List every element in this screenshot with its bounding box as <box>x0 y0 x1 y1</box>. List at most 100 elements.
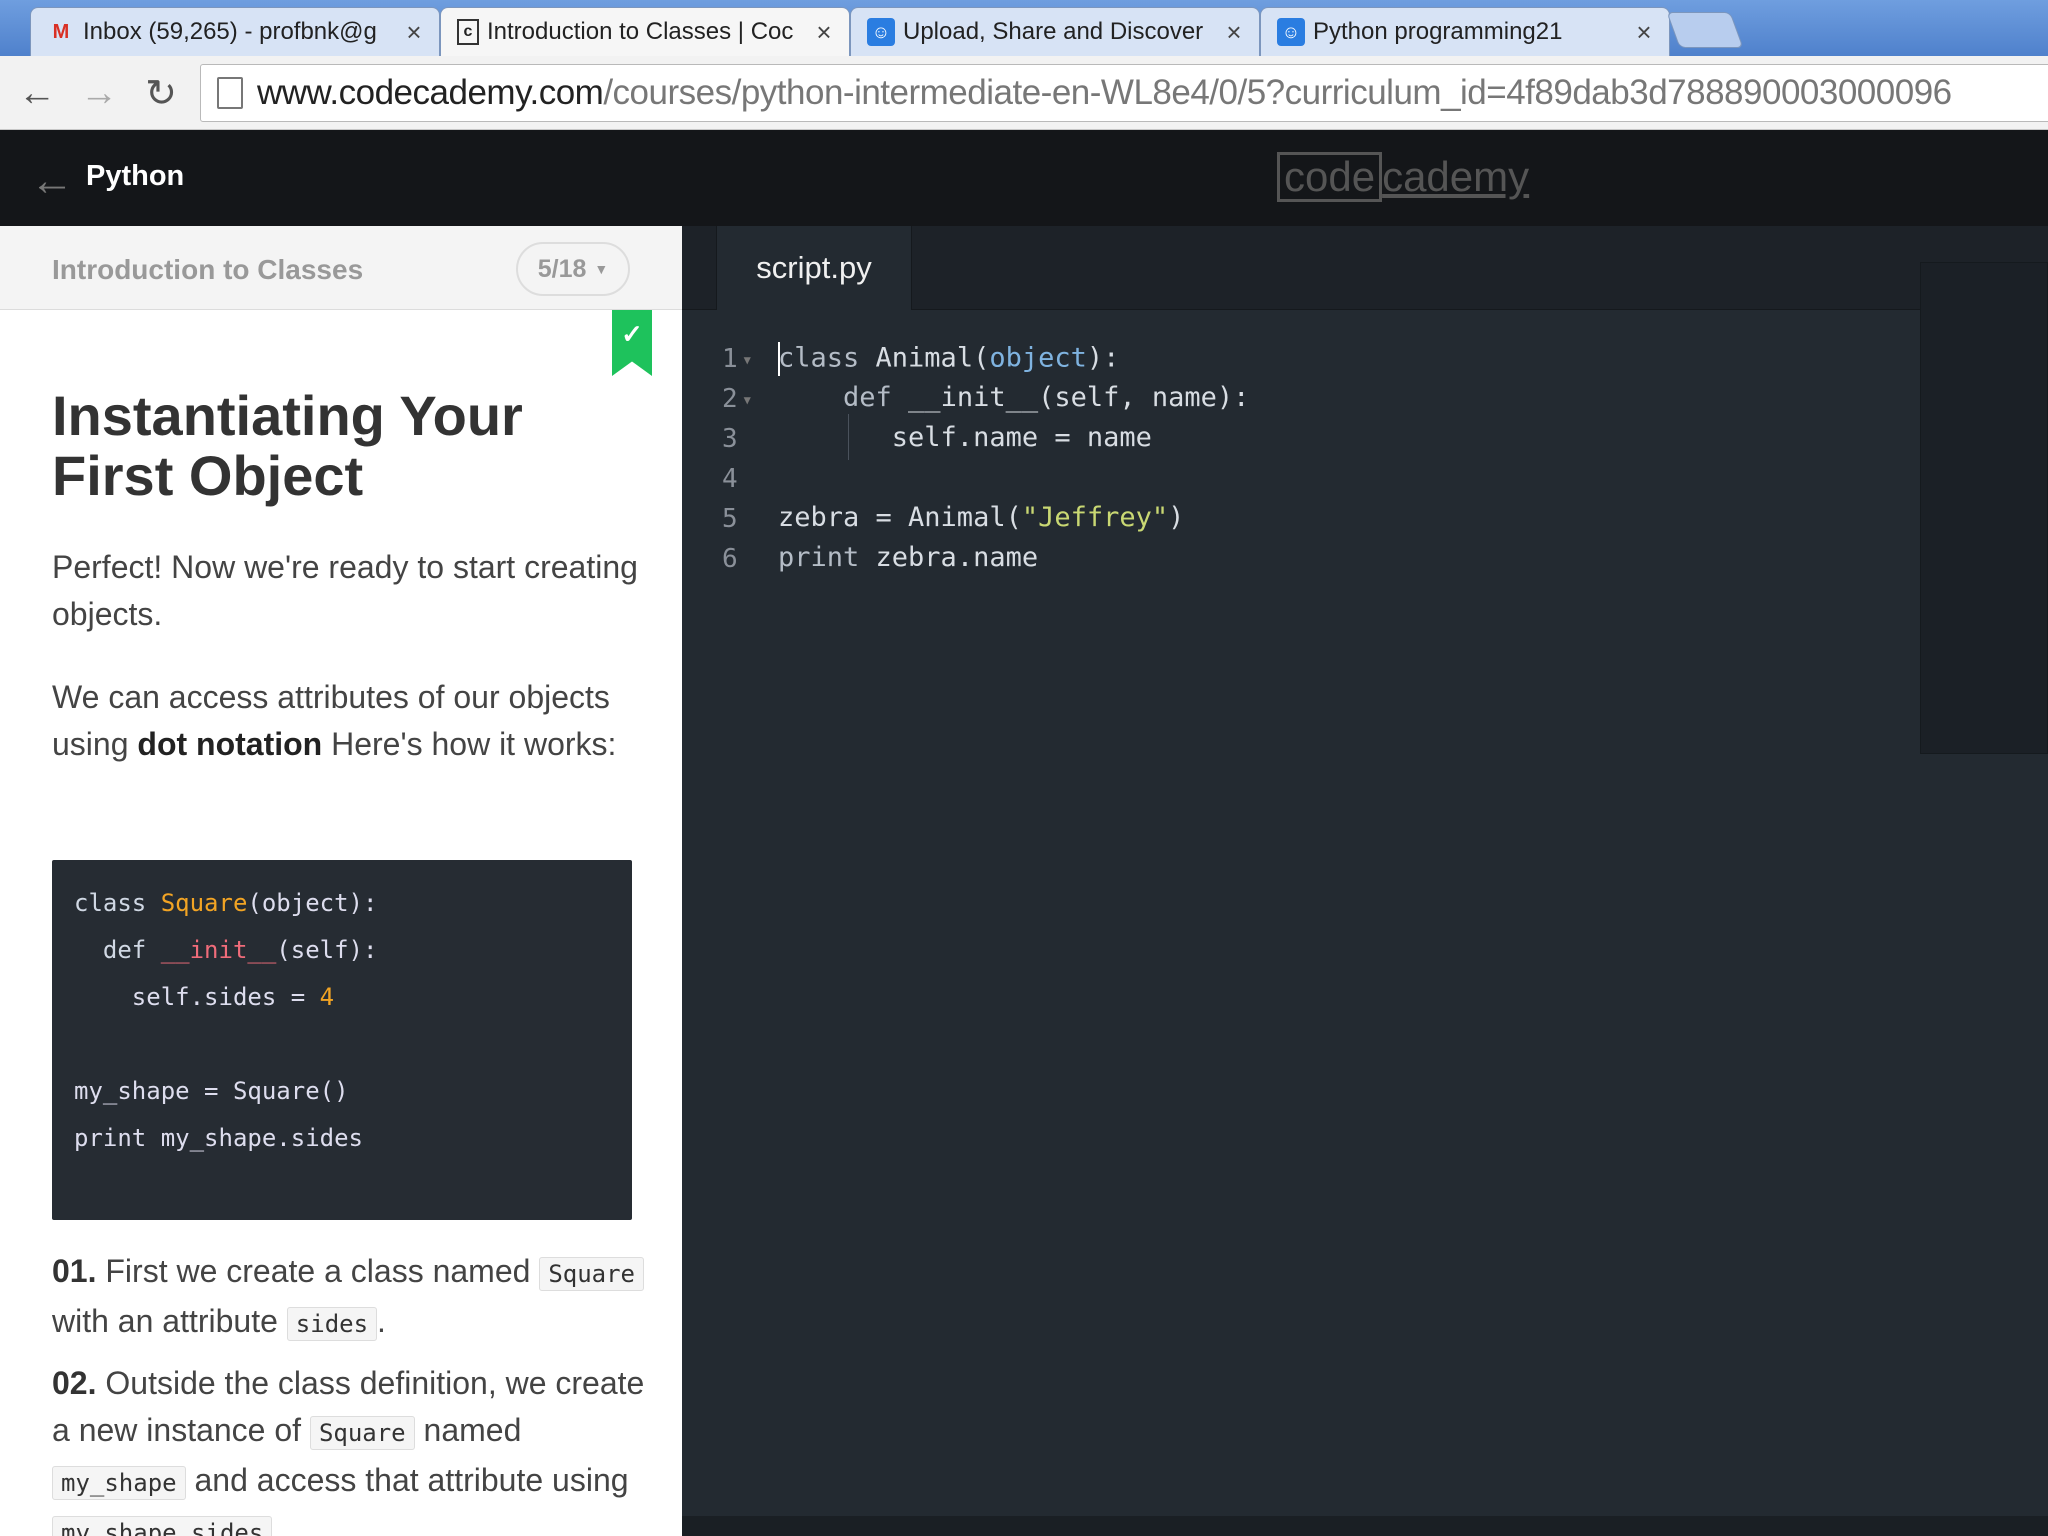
code-line[interactable]: self.name = name <box>778 422 1152 453</box>
close-tab-icon[interactable]: × <box>811 17 837 48</box>
code-token: __init__ <box>160 936 277 964</box>
site-header: ← Python code cademy <box>0 130 2048 226</box>
browser-tab-bar: M Inbox (59,265) - profbnk@g × c Introdu… <box>0 0 2048 56</box>
code-token: print <box>778 542 860 573</box>
code-token: object <box>989 342 1087 374</box>
browser-tab-gmail[interactable]: M Inbox (59,265) - profbnk@g × <box>30 7 440 56</box>
text: First we create a class named <box>96 1253 540 1289</box>
tab-title: Inbox (59,265) - profbnk@g <box>83 18 377 45</box>
dot-notation-paragraph: We can access attributes of our objects … <box>52 674 652 768</box>
inline-code: sides <box>286 1307 378 1341</box>
step-1: 01. First we create a class named Square… <box>52 1248 652 1348</box>
text: named <box>414 1412 522 1448</box>
code-token: zebra = Animal( <box>778 502 1022 533</box>
text: and access that attribute using <box>185 1462 629 1498</box>
close-tab-icon[interactable]: × <box>401 17 427 48</box>
text: . <box>377 1303 386 1339</box>
checkmark-bookmark-icon: ✓ <box>612 310 652 376</box>
indent-guide <box>848 414 849 460</box>
unit-title: Introduction to Classes <box>52 254 364 285</box>
editor-side-panel <box>1920 262 2048 754</box>
code-token: __init__(self, name): <box>891 382 1250 413</box>
code-token: my_shape = Square() <box>74 1077 349 1105</box>
course-name[interactable]: Python <box>86 160 184 193</box>
line-number: 4 <box>722 464 738 494</box>
close-tab-icon[interactable]: × <box>1631 17 1657 48</box>
line-number: 2 ▼ <box>722 384 782 414</box>
tab-title: Introduction to Classes | Coc <box>487 18 794 45</box>
address-bar[interactable]: www.codecademy.com /courses/python-inter… <box>200 64 2048 122</box>
line-number: 6 <box>722 544 738 574</box>
code-token: 4 <box>319 983 335 1011</box>
inline-code: my_shape.sides <box>52 1516 273 1536</box>
step-number: 01. <box>52 1253 97 1289</box>
code-token: def <box>74 936 161 964</box>
tab-title: Upload, Share and Discover <box>903 18 1204 45</box>
code-token: Animal( <box>859 342 990 374</box>
tab-title: Python programming21 <box>1313 18 1563 45</box>
codecademy-logo[interactable]: code cademy <box>1277 152 1529 202</box>
progress-dropdown[interactable]: 5/18 ▼ <box>516 242 630 296</box>
lesson-heading: Instantiating Your First Object <box>52 384 523 507</box>
url-path: /courses/python-intermediate-en-WL8e4/0/… <box>603 73 1952 112</box>
browser-toolbar: ← → ↻ www.codecademy.com /courses/python… <box>0 56 2048 130</box>
logo-code: code <box>1277 152 1383 202</box>
page-icon <box>217 77 243 109</box>
inline-code: my_shape <box>52 1466 186 1500</box>
code-token: print my_shape.sides <box>74 1124 363 1152</box>
text: with an attribute <box>52 1303 287 1339</box>
code-token: self.sides = <box>74 983 320 1011</box>
lesson-header: Introduction to Classes 5/18 ▼ <box>0 226 682 310</box>
lesson-panel: Introduction to Classes 5/18 ▼ ✓ Instant… <box>0 226 682 1536</box>
fold-arrow-icon[interactable]: ▼ <box>744 353 751 367</box>
code-line[interactable]: print zebra.name <box>778 542 1038 573</box>
code-token: def <box>778 382 892 413</box>
line-number: 5 <box>722 504 738 534</box>
step-number: 02. <box>52 1365 97 1401</box>
forward-icon[interactable]: → <box>76 70 122 116</box>
text: Here's how it works: <box>322 726 617 762</box>
code-token: ): <box>1086 342 1120 374</box>
line-number: 1 ▼ <box>722 344 782 374</box>
code-editor[interactable]: script.py 1 ▼ 2 ▼ 3 4 5 6 class Animal(obj… <box>682 226 2048 1536</box>
line-number-text: 1 <box>722 344 738 374</box>
file-tab-script[interactable]: script.py <box>716 226 912 310</box>
step-2: 02. Outside the class definition, we cre… <box>52 1360 652 1536</box>
code-token: class <box>74 889 161 917</box>
reload-icon[interactable]: ↻ <box>138 70 184 116</box>
browser-tab-codecademy[interactable]: c Introduction to Classes | Coc × <box>440 7 850 56</box>
code-line[interactable]: class Animal(object): <box>778 342 1119 376</box>
close-tab-icon[interactable]: × <box>1221 17 1247 48</box>
url-host: www.codecademy.com <box>257 73 604 112</box>
text: . <box>272 1512 282 1536</box>
code-token: Square <box>160 889 248 917</box>
code-line[interactable]: def __init__(self, name): <box>778 382 1249 413</box>
code-token: ) <box>1168 502 1185 533</box>
code-line[interactable]: zebra = Animal("Jeffrey") <box>778 502 1184 533</box>
line-number: 3 <box>722 424 738 454</box>
chevron-down-icon: ▼ <box>594 261 609 277</box>
back-arrow-icon[interactable]: ← <box>30 156 74 206</box>
code-token: "Jeffrey" <box>1021 502 1169 533</box>
gmail-icon: M <box>52 20 70 43</box>
bot-icon: ☺ <box>1277 18 1305 46</box>
codecademy-icon: c <box>457 19 479 45</box>
browser-tab-upload[interactable]: ☺ Upload, Share and Discover × <box>850 7 1260 56</box>
editor-bottom-bar <box>682 1516 2048 1536</box>
progress-label: 5/18 <box>537 254 587 283</box>
code-token: (object): <box>247 889 378 917</box>
browser-tab-python-programming[interactable]: ☺ Python programming21 × <box>1260 7 1670 56</box>
fold-arrow-icon[interactable]: ▼ <box>744 393 751 407</box>
code-token: class <box>778 342 860 374</box>
line-number-text: 2 <box>722 384 738 414</box>
new-tab-button[interactable] <box>1666 12 1744 48</box>
bold-text: dot notation <box>137 726 323 762</box>
back-icon[interactable]: ← <box>14 70 60 116</box>
intro-paragraph: Perfect! Now we're ready to start creati… <box>52 549 638 632</box>
inline-code: Square <box>539 1257 645 1291</box>
code-token: zebra.name <box>859 542 1039 573</box>
code-sample: class Square(object): def __init__(self)… <box>52 860 632 1220</box>
logo-cademy: cademy <box>1382 153 1530 200</box>
code-token: (self): <box>276 936 378 964</box>
bot-icon: ☺ <box>867 18 895 46</box>
